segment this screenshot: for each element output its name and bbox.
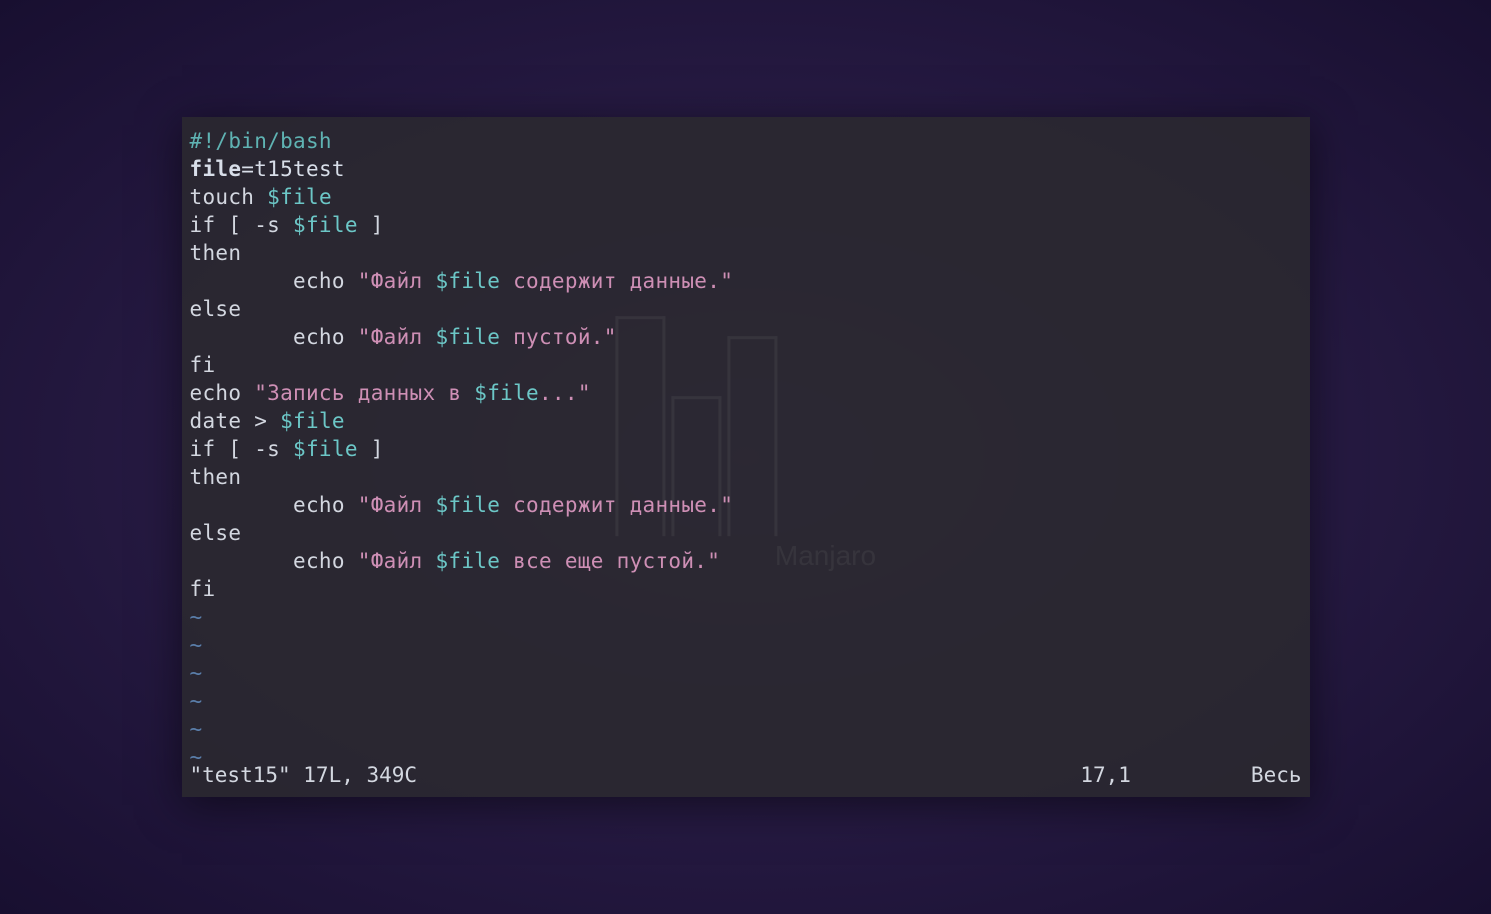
editor-buffer[interactable]: #!/bin/bashfile=t15testtouch $fileif [ -… [182, 117, 1310, 781]
code-segment: fi [190, 353, 216, 377]
code-segment: fi [190, 577, 216, 601]
code-segment: if [ -s [190, 437, 294, 461]
code-segment: "Запись данных в [254, 381, 474, 405]
code-segment: echo [190, 381, 255, 405]
code-segment: $file [280, 409, 345, 433]
code-segment: $file [267, 185, 332, 209]
code-line[interactable]: echo "Файл $file содержит данные." [190, 491, 1302, 519]
code-line[interactable]: touch $file [190, 183, 1302, 211]
code-line[interactable]: else [190, 519, 1302, 547]
code-line[interactable]: echo "Запись данных в $file..." [190, 379, 1302, 407]
code-line[interactable]: if [ -s $file ] [190, 211, 1302, 239]
code-segment: "Файл [358, 549, 436, 573]
code-segment: все еще пустой." [500, 549, 720, 573]
code-line[interactable]: if [ -s $file ] [190, 435, 1302, 463]
code-segment: date > [190, 409, 281, 433]
empty-line-tilde: ~ [190, 715, 1302, 743]
code-segment: #!/bin/bash [190, 129, 332, 153]
code-segment: $file [293, 213, 358, 237]
code-line[interactable]: echo "Файл $file все еще пустой." [190, 547, 1302, 575]
code-line[interactable]: then [190, 239, 1302, 267]
empty-line-tilde: ~ [190, 631, 1302, 659]
code-line[interactable]: file=t15test [190, 155, 1302, 183]
code-segment: if [ -s [190, 213, 294, 237]
code-segment: touch [190, 185, 268, 209]
code-segment: else [190, 521, 242, 545]
code-segment: file [190, 157, 242, 181]
code-segment: =t15test [241, 157, 345, 181]
code-line[interactable]: date > $file [190, 407, 1302, 435]
empty-line-tilde: ~ [190, 687, 1302, 715]
code-segment: else [190, 297, 242, 321]
code-segment: ..." [539, 381, 591, 405]
status-filename: "test15" 17L, 349C [190, 763, 418, 787]
code-line[interactable]: fi [190, 351, 1302, 379]
code-segment: "Файл [358, 325, 436, 349]
code-segment: echo [190, 325, 358, 349]
code-segment: then [190, 465, 242, 489]
code-segment: echo [190, 493, 358, 517]
empty-line-tilde: ~ [190, 659, 1302, 687]
code-segment: echo [190, 549, 358, 573]
code-segment: ] [358, 437, 384, 461]
code-segment: $file [435, 493, 500, 517]
code-line[interactable]: #!/bin/bash [190, 127, 1302, 155]
code-segment: пустой." [500, 325, 617, 349]
code-segment: $file [474, 381, 539, 405]
vim-status-bar: "test15" 17L, 349C 17,1 Весь [190, 763, 1302, 787]
code-segment: ] [358, 213, 384, 237]
code-line[interactable]: fi [190, 575, 1302, 603]
code-segment: "Файл [358, 269, 436, 293]
code-line[interactable]: echo "Файл $file пустой." [190, 323, 1302, 351]
empty-line-tilde: ~ [190, 603, 1302, 631]
code-segment: $file [293, 437, 358, 461]
code-segment: $file [435, 549, 500, 573]
code-segment: содержит данные." [500, 269, 733, 293]
code-segment: then [190, 241, 242, 265]
code-line[interactable]: then [190, 463, 1302, 491]
code-segment: "Файл [358, 493, 436, 517]
code-segment: содержит данные." [500, 493, 733, 517]
code-segment: $file [435, 269, 500, 293]
code-line[interactable]: else [190, 295, 1302, 323]
code-line[interactable]: echo "Файл $file содержит данные." [190, 267, 1302, 295]
status-cursor-position: 17,1 [1080, 763, 1131, 787]
status-scroll-indicator: Весь [1251, 763, 1302, 787]
code-segment: echo [190, 269, 358, 293]
code-segment: $file [435, 325, 500, 349]
terminal-window[interactable]: Manjaro #!/bin/bashfile=t15testtouch $fi… [182, 117, 1310, 797]
